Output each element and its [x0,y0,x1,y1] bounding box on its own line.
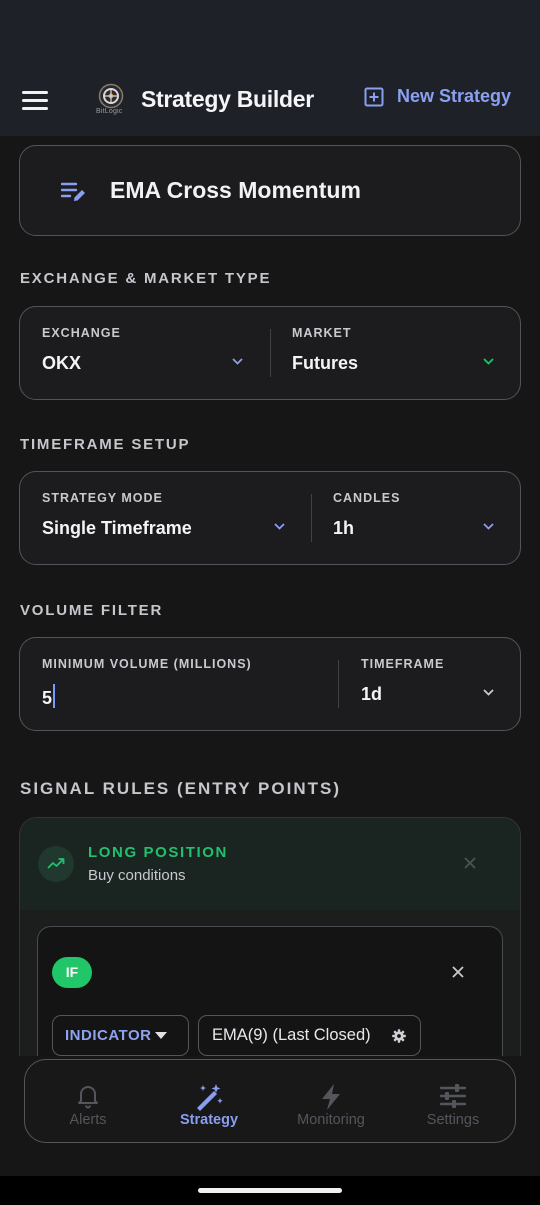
condition-type-dropdown[interactable]: INDICATOR [52,1015,189,1056]
field-value: Single Timeframe [42,518,192,538]
field-value: Futures [292,353,359,373]
field-label: MARKET [292,326,352,340]
new-strategy-label: New Strategy [397,86,512,106]
app-bar: BitLogic Strategy Builder New Strategy [0,64,540,136]
volume-filter-card: MINIMUM VOLUME (MILLIONS) 5 TIMEFRAME 1d [19,637,521,731]
nav-item-monitoring[interactable]: Monitoring [276,1060,386,1144]
nav-label: Alerts [69,1112,107,1128]
dropdown-arrow-icon [155,1032,167,1039]
field-value: OKX [42,353,82,373]
nav-label: Settings [426,1112,480,1128]
chevron-down-icon [232,358,243,365]
nav-label: Strategy [179,1112,239,1128]
menu-button[interactable] [22,91,48,110]
magic-wand-icon [197,1084,223,1111]
sliders-icon [439,1084,467,1108]
long-position-title: LONG POSITION [88,844,228,861]
menu-icon-line [22,99,48,102]
field-value: 1h [333,518,355,538]
condition-type-label: INDICATOR [65,1027,152,1044]
strategy-form: EMA Cross Momentum EXCHANGE & MARKET TYP… [0,136,540,1056]
chevron-down-icon [483,689,494,696]
edit-note-icon [61,182,85,201]
field-label: TIMEFRAME [361,657,445,671]
home-indicator[interactable] [198,1188,342,1193]
nav-item-strategy[interactable]: Strategy [154,1060,264,1144]
indicator-chip[interactable]: EMA(9) (Last Closed) [198,1015,421,1056]
exchange-select[interactable]: EXCHANGE OKX [20,307,270,399]
trending-up-icon [38,846,74,882]
strategy-name: EMA Cross Momentum [110,177,361,203]
long-position-card: LONG POSITION Buy conditions IF INDICATO… [19,817,521,1056]
nav-label: Monitoring [297,1112,365,1128]
field-value: 5 [42,684,56,709]
strategy-name-card[interactable]: EMA Cross Momentum [19,145,521,236]
market-select[interactable]: MARKET Futures [271,307,521,399]
add-box-icon [364,87,384,106]
section-title-signal-rules: SIGNAL RULES (ENTRY POINTS) [20,779,341,798]
timeframe-card: STRATEGY MODE Single Timeframe CANDLES 1… [19,471,521,565]
status-bar [0,0,540,64]
min-volume-input[interactable]: MINIMUM VOLUME (MILLIONS) 5 [20,638,338,730]
logo-text: BitLogic [96,108,123,115]
bell-icon [78,1086,98,1109]
field-label: STRATEGY MODE [42,491,163,505]
if-badge: IF [52,957,92,988]
nav-item-alerts[interactable]: Alerts [33,1060,143,1144]
menu-icon-line [22,91,48,94]
volume-timeframe-select[interactable]: TIMEFRAME 1d [339,638,521,730]
nav-item-settings[interactable]: Settings [398,1060,508,1144]
gear-icon[interactable] [392,1029,406,1043]
indicator-value: EMA(9) (Last Closed) [212,1026,371,1044]
long-position-subtitle: Buy conditions [88,867,186,884]
new-strategy-button[interactable]: New Strategy [364,86,511,107]
system-navigation-bar [0,1176,540,1205]
close-icon[interactable] [451,965,465,979]
field-label: CANDLES [333,491,401,505]
lightning-icon [322,1084,340,1110]
section-title-volume: VOLUME FILTER [20,602,164,619]
exchange-market-card: EXCHANGE OKX MARKET Futures [19,306,521,400]
close-icon[interactable] [463,856,477,870]
field-label: MINIMUM VOLUME (MILLIONS) [42,657,252,671]
field-label: EXCHANGE [42,326,121,340]
field-value: 1d [361,684,383,704]
strategy-mode-select[interactable]: STRATEGY MODE Single Timeframe [20,472,311,564]
section-title-timeframe: TIMEFRAME SETUP [20,436,191,453]
condition-card: IF INDICATOR EMA(9) (Last Closed) [37,926,503,1056]
long-position-header: LONG POSITION Buy conditions [20,818,520,910]
menu-icon-line [22,107,48,110]
chevron-down-icon [483,523,494,530]
bottom-navigation: Alerts Strategy Monitoring Settings [24,1059,516,1143]
section-title-exchange: EXCHANGE & MARKET TYPE [20,270,272,287]
candles-select[interactable]: CANDLES 1h [312,472,521,564]
input-value: 5 [42,688,53,708]
page-title: Strategy Builder [141,86,314,112]
chevron-down-icon [274,523,285,530]
chevron-down-icon [483,358,494,365]
text-caret [53,684,56,708]
